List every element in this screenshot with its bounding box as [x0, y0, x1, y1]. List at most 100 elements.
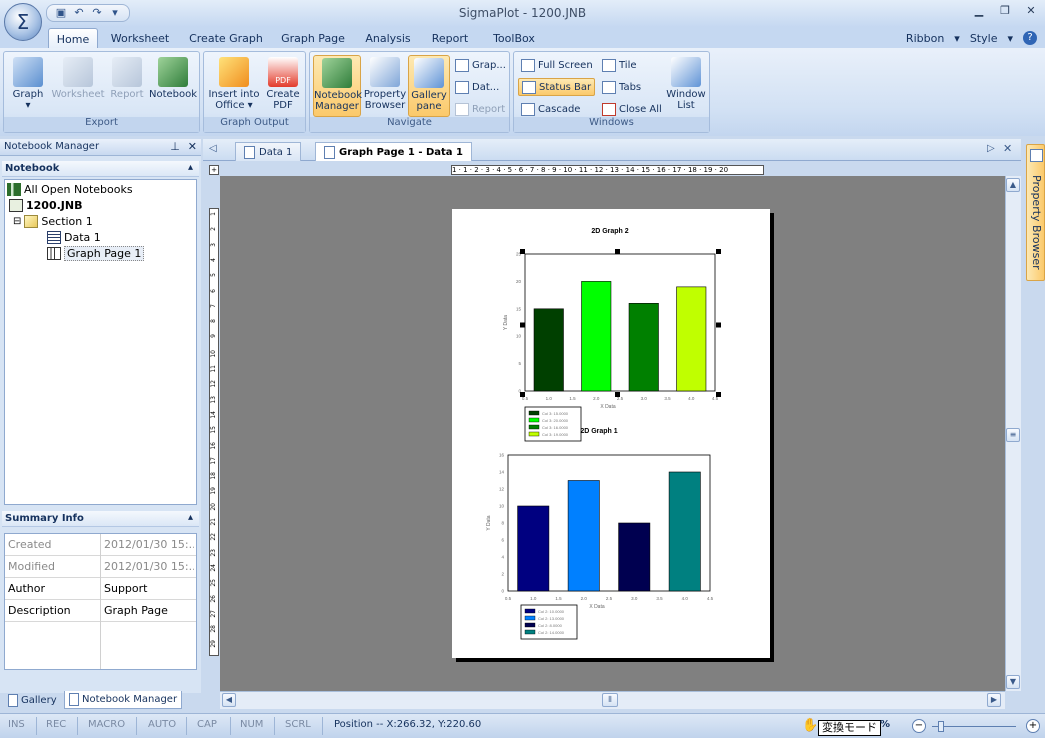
insert-into-office-button[interactable]: Insert into Office ▾	[206, 55, 262, 117]
tab-scroll-left-icon[interactable]: ◁	[209, 143, 217, 154]
tab-scroll-right-icon[interactable]: ▷	[987, 143, 995, 154]
bar[interactable]	[676, 286, 707, 392]
tree-item-graph-page-1[interactable]: Graph Page 1	[47, 245, 145, 261]
export-report-button[interactable]: Report	[107, 55, 147, 117]
ribbon-menu-button[interactable]: Ribbon	[906, 32, 944, 45]
zoom-slider[interactable]: − +	[912, 719, 1040, 735]
graph-page[interactable]: 2D Graph 2 0.5 1.0 1.5 2.0 2.5 3.0 3.5 4.0 4.5 0 5 1…	[452, 209, 770, 658]
bar[interactable]	[517, 505, 550, 592]
sigma-app-button[interactable]: Σ	[4, 3, 42, 41]
vruler-label: 15	[210, 426, 217, 434]
collapse-caret-icon[interactable]: ▴	[188, 512, 193, 523]
close-all-button[interactable]: Close All	[599, 100, 665, 118]
bar[interactable]	[567, 480, 600, 592]
bar[interactable]	[581, 281, 612, 392]
selection-handle	[615, 249, 620, 254]
gallery-pane-button[interactable]: Gallery pane	[408, 55, 450, 117]
tree-collapse-toggle[interactable]: ⊟	[13, 216, 21, 227]
tab-toolbox[interactable]: ToolBox	[486, 28, 542, 49]
y-tick-label: 10	[516, 334, 522, 339]
cascade-icon	[521, 102, 535, 116]
collapse-caret-icon[interactable]: ▴	[188, 162, 193, 173]
panel-close-button[interactable]: ✕	[188, 140, 197, 153]
zoom-thumb[interactable]	[938, 721, 944, 732]
scroll-down-icon[interactable]: ▼	[1006, 675, 1020, 689]
chart-title: 2D Graph 2	[591, 228, 628, 235]
status-bar: INS REC MACRO AUTO CAP NUM SCRL Position…	[0, 713, 1045, 738]
bar[interactable]	[628, 303, 659, 392]
gallery-tab[interactable]: Gallery	[4, 691, 61, 709]
tab-home[interactable]: Home	[48, 28, 98, 49]
horizontal-scroll-thumb[interactable]: ⦀	[602, 693, 618, 707]
status-bar-button[interactable]: Status Bar	[518, 78, 596, 96]
summary-row-modified: Modified 2012/01/30 15:...	[5, 556, 196, 578]
summary-row-author[interactable]: Author Support	[5, 578, 196, 600]
tabs-button[interactable]: Tabs	[599, 78, 644, 96]
charts-svg[interactable]: 2D Graph 2 0.5 1.0 1.5 2.0 2.5 3.0 3.5 4.0 4.5 0 5 1…	[452, 209, 770, 658]
zoom-in-icon[interactable]: +	[1026, 719, 1040, 733]
worksheet-icon	[47, 230, 61, 244]
notebook-manager-header: Notebook Manager ⊥ ✕	[0, 139, 201, 156]
x-axis-label: X Data	[589, 604, 605, 610]
tile-button[interactable]: Tile	[599, 56, 640, 74]
property-browser-tab[interactable]: Property Browser	[1026, 144, 1045, 281]
summary-info-table: Created 2012/01/30 15:... Modified 2012/01…	[4, 533, 197, 670]
selection-handle	[520, 392, 525, 397]
doc-tab-data-1[interactable]: Data 1	[235, 142, 302, 161]
tree-item-data-1[interactable]: Data 1	[47, 229, 101, 245]
pin-icon[interactable]: ⊥	[170, 140, 180, 153]
horizontal-scrollbar[interactable]: ◀ ⦀ ▶	[220, 691, 1005, 709]
notebook-manager-tab[interactable]: Notebook Manager	[64, 691, 183, 709]
tree-item-all-open-notebooks[interactable]: All Open Notebooks	[7, 181, 133, 197]
report-nav-button[interactable]: Report	[452, 100, 508, 118]
summary-row-description[interactable]: Description Graph Page	[5, 600, 196, 622]
vruler-label: 26	[210, 594, 217, 603]
bar[interactable]	[533, 308, 564, 392]
property-browser-button[interactable]: Property Browser	[363, 55, 407, 117]
zoom-out-icon[interactable]: −	[912, 719, 926, 733]
minimize-button[interactable]: ▁	[971, 4, 987, 18]
notebook-manager-button[interactable]: Notebook Manager	[313, 55, 362, 117]
tab-graph-page[interactable]: Graph Page	[278, 28, 348, 49]
restore-button[interactable]: ❐	[997, 4, 1013, 18]
scroll-up-icon[interactable]: ▲	[1006, 178, 1020, 192]
full-screen-button[interactable]: Full Screen	[518, 56, 596, 74]
x-tick-label: 0.5	[505, 596, 512, 601]
vruler-label: 16	[210, 441, 217, 450]
tree-item-notebook-1200[interactable]: 1200.JNB	[9, 197, 82, 213]
cascade-button[interactable]: Cascade	[518, 100, 583, 118]
ribbon-tab-row: Home Worksheet Create Graph Graph Page A…	[0, 27, 1045, 49]
summary-info-header[interactable]: Summary Info ▴	[2, 511, 199, 527]
tree-item-section-1[interactable]: ⊟ Section 1	[13, 213, 93, 229]
x-tick-label: 3.5	[664, 396, 671, 401]
vertical-scroll-thumb[interactable]: ≡	[1006, 428, 1020, 442]
data-nav-button[interactable]: Dat...	[452, 78, 502, 96]
tab-create-graph[interactable]: Create Graph	[188, 28, 264, 49]
status-cap: CAP	[197, 719, 217, 730]
gallery-pane-icon	[414, 58, 444, 88]
doc-close-button[interactable]: ✕	[1003, 142, 1012, 155]
office-icon	[219, 57, 249, 87]
tab-report[interactable]: Report	[428, 28, 472, 49]
style-menu-button[interactable]: Style	[970, 32, 998, 45]
doc-tab-graph-page-1[interactable]: Graph Page 1 - Data 1	[315, 142, 472, 161]
scroll-right-icon[interactable]: ▶	[987, 693, 1001, 707]
tab-analysis[interactable]: Analysis	[362, 28, 414, 49]
close-button[interactable]: ✕	[1023, 4, 1039, 18]
vertical-scrollbar[interactable]: ▲ ≡ ▼	[1005, 176, 1021, 691]
graph-nav-button[interactable]: Grap...	[452, 56, 509, 74]
export-graph-button[interactable]: Graph ▾	[7, 55, 49, 117]
export-notebook-button[interactable]: Notebook	[149, 55, 197, 117]
bar[interactable]	[668, 471, 701, 592]
window-list-button[interactable]: Window List	[666, 55, 706, 117]
scroll-left-icon[interactable]: ◀	[222, 693, 236, 707]
tab-worksheet[interactable]: Worksheet	[106, 28, 174, 49]
bar[interactable]	[618, 522, 651, 592]
vruler-label: 6	[210, 288, 217, 293]
notebook-section-header[interactable]: Notebook ▴	[2, 161, 199, 177]
legend-swatch	[524, 608, 536, 614]
create-pdf-button[interactable]: PDF Create PDF	[262, 55, 304, 117]
help-icon[interactable]: ?	[1023, 31, 1037, 45]
export-worksheet-button[interactable]: Worksheet	[51, 55, 105, 117]
graph-canvas[interactable]: 2D Graph 2 0.5 1.0 1.5 2.0 2.5 3.0 3.5 4.0 4.5 0 5 1…	[220, 176, 1005, 691]
